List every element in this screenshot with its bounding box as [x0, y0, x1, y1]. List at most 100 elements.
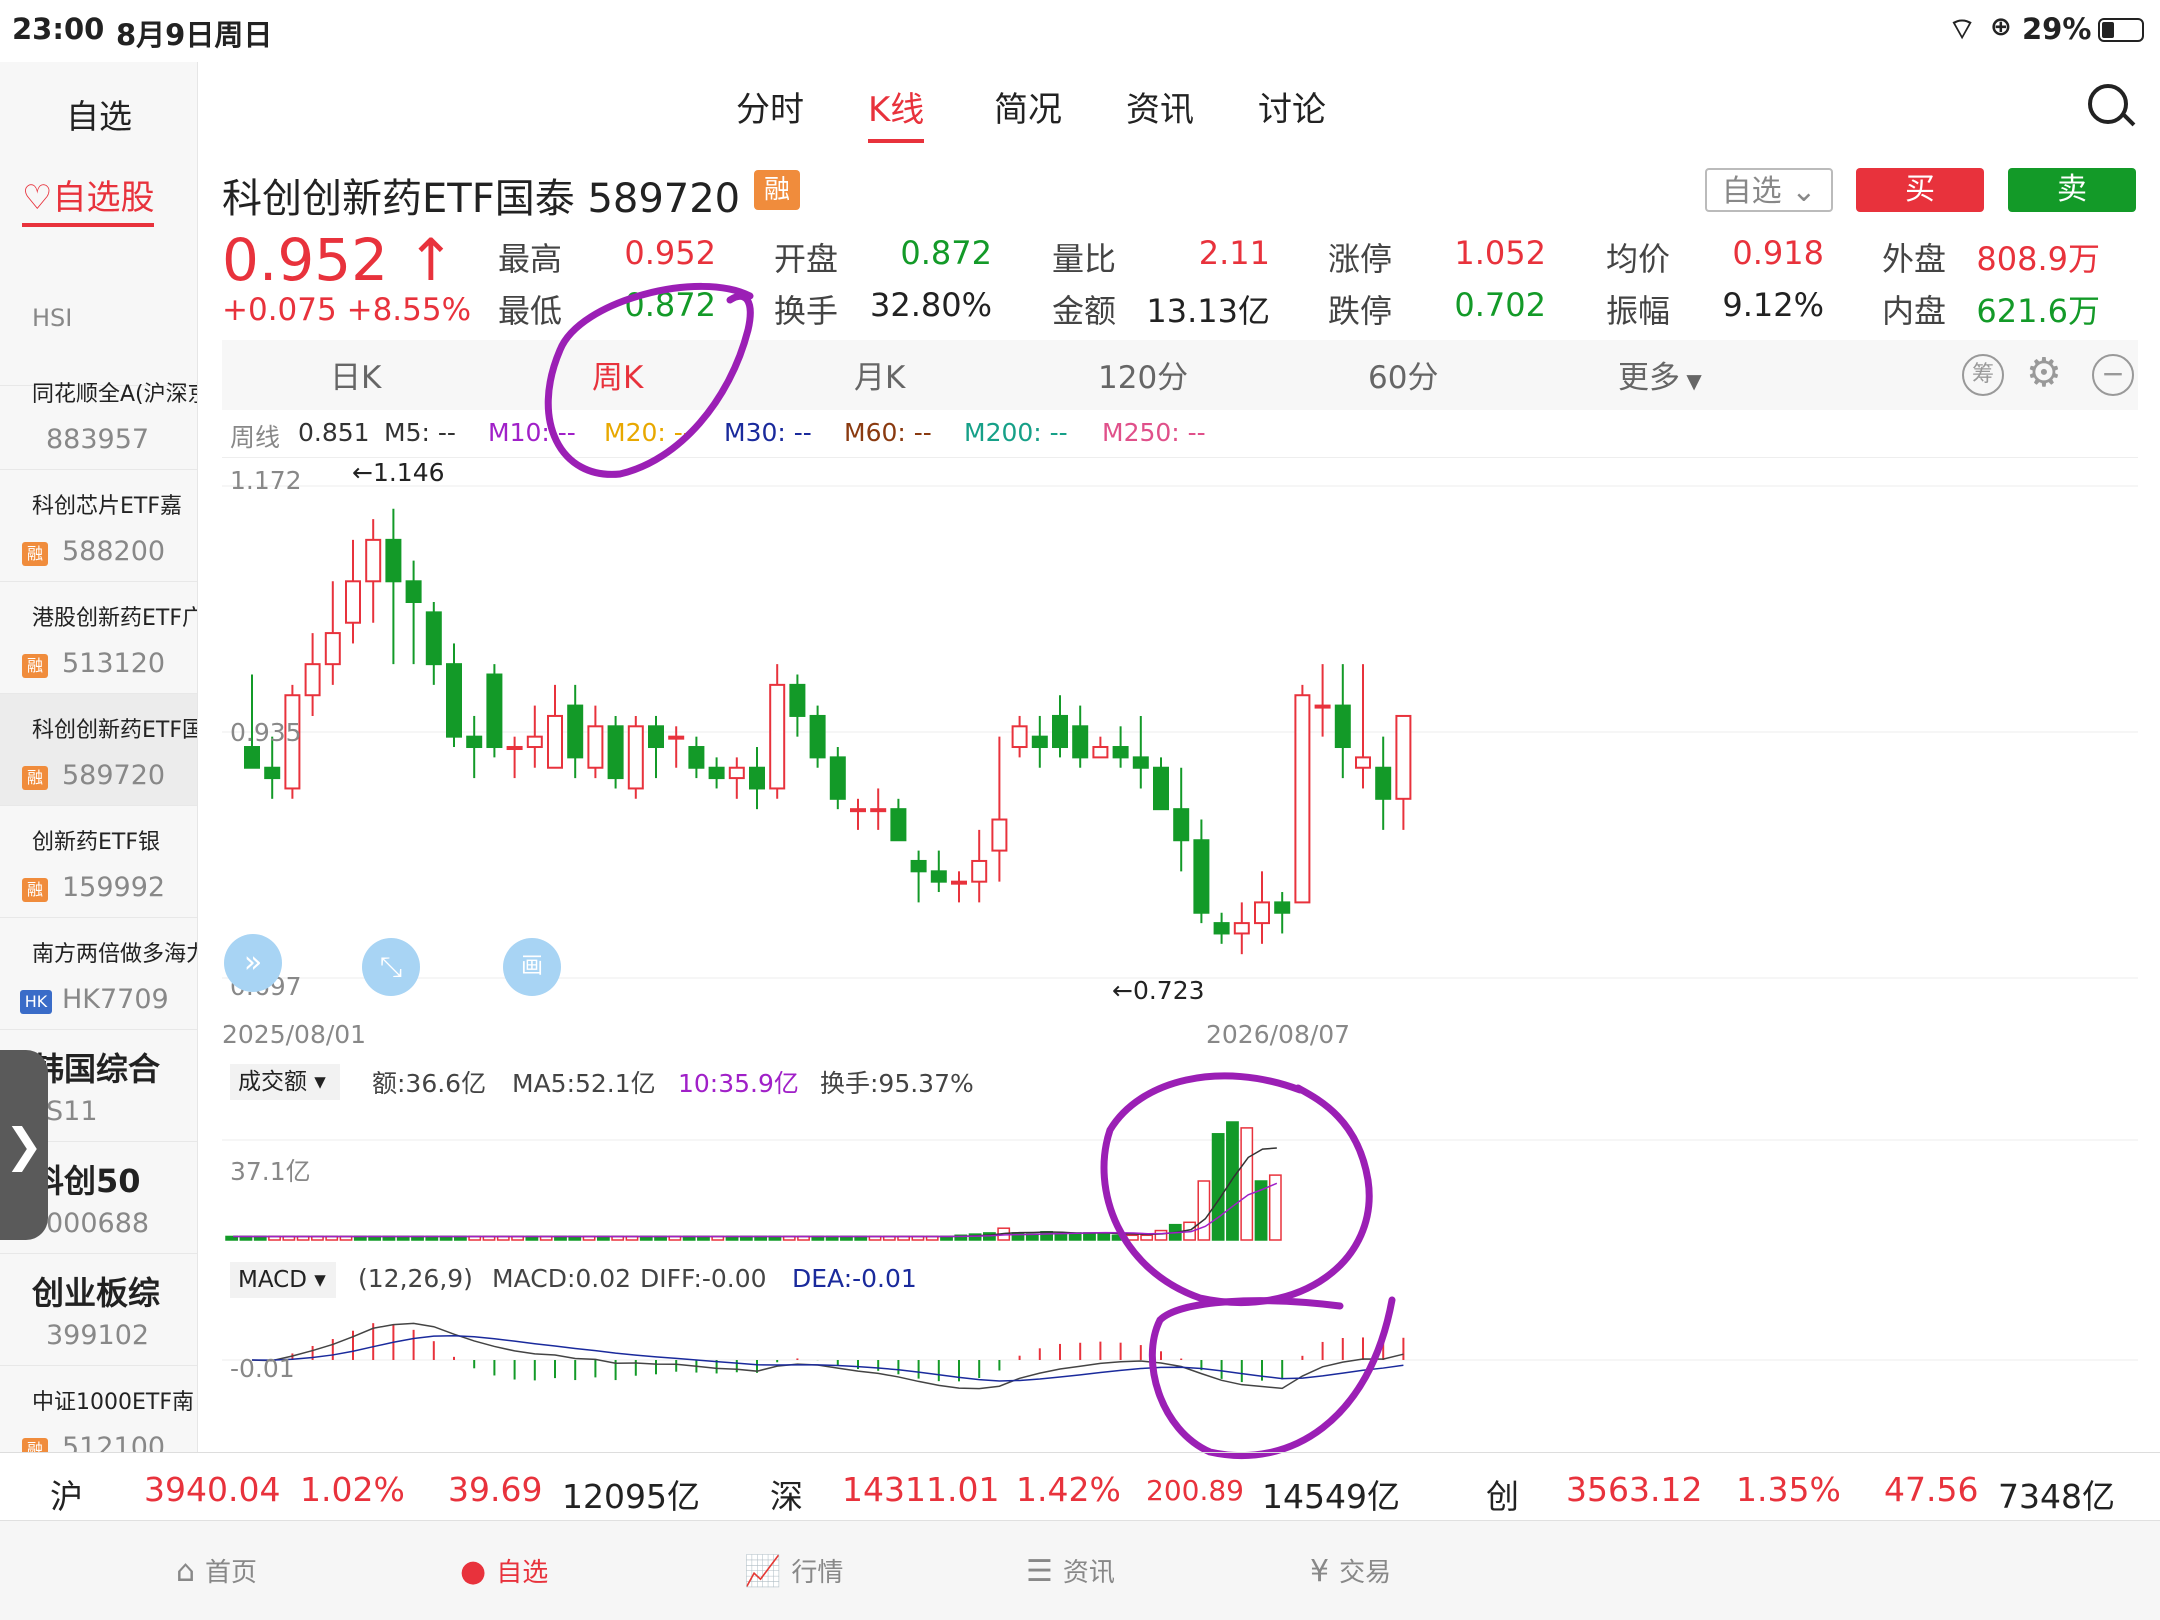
list-item[interactable]: 中证1000ETF南 512100 融 [0, 1366, 197, 1452]
candle-body [1132, 756, 1149, 769]
volume-bar [1083, 1232, 1096, 1241]
candle-body [910, 859, 927, 873]
stat-label: 最高 [498, 240, 563, 278]
candle-body [1112, 746, 1129, 759]
candle-body [1233, 922, 1250, 935]
list-item-badge: 融 [22, 766, 48, 790]
index-change: 47.56 [1884, 1470, 1979, 1509]
stat-label: 开盘 [774, 240, 839, 278]
stat-value: 32.80% [869, 286, 992, 324]
list-item[interactable]: 南方两倍做多海力 HK7709 HK [0, 918, 197, 1030]
list-item[interactable]: 创新药ETF银 159992 融 [0, 806, 197, 918]
macd-chart[interactable] [222, 1300, 2138, 1450]
list-item[interactable]: 港股创新药ETF广 513120 融 [0, 582, 197, 694]
list-item-code: 399102 [46, 1320, 150, 1351]
gear-icon[interactable]: ⚙ [2026, 350, 2062, 396]
wifi-icon: ⌔ [1948, 12, 1977, 47]
expand-sidebar-handle[interactable]: ❯ [0, 1050, 48, 1240]
volume-indicator-select[interactable]: 成交额 ▾ [230, 1064, 340, 1100]
volume-bar [1226, 1121, 1239, 1241]
lock-rotation-icon: ⊕ [1990, 12, 2012, 42]
volume-amount: 额:36.6亿 [372, 1069, 487, 1098]
stat-value: 1.052 [1454, 234, 1546, 272]
nav-0[interactable]: ⌂ 首页 [176, 1552, 257, 1589]
candle-body [728, 766, 745, 780]
sell-button[interactable]: 卖 [2008, 168, 2136, 212]
candle-body [1092, 746, 1109, 759]
ma-item: M250: -- [1102, 418, 1206, 447]
candle-body [971, 859, 988, 883]
stat-label: 外盘 [1882, 240, 1947, 278]
nav-label: 交易 [1339, 1558, 1392, 1588]
nav-4[interactable]: ¥ 交易 [1310, 1552, 1391, 1589]
period-tab-5[interactable]: 更多 ▼ [1618, 352, 1702, 397]
candle-body [587, 725, 604, 769]
period-tab-label: 月K [854, 360, 906, 396]
candle-body [486, 673, 503, 749]
candle-body [264, 766, 281, 780]
index-name[interactable]: 沪 [50, 1470, 83, 1518]
buy-button[interactable]: 买 [1856, 168, 1984, 212]
list-item[interactable]: 同花顺全A(沪深京 883957 [0, 358, 197, 470]
list-item-code: 512100 [62, 1432, 166, 1452]
candle-body [1052, 714, 1068, 749]
stat-label: 均价 [1606, 240, 1671, 278]
macd-indicator-select[interactable]: MACD ▾ [230, 1262, 336, 1298]
volume-bar [1268, 1174, 1282, 1241]
tab-3[interactable]: 资讯 [1126, 82, 1194, 131]
list-item[interactable]: 创业板综 399102 [0, 1254, 197, 1366]
list-item-code: 589720 [62, 760, 166, 791]
stat-label: 金额 [1052, 292, 1117, 330]
nav-3[interactable]: ☰ 资讯 [1026, 1552, 1115, 1589]
candle-body [789, 683, 806, 717]
watchlist-icon: ● [460, 1554, 487, 1589]
period-tab-0[interactable]: 日K [330, 352, 381, 397]
list-item-badge: HK [20, 990, 52, 1014]
candle-body [809, 714, 826, 759]
list-item-name: 创新药ETF银 [32, 830, 160, 855]
market-icon: 📈 [744, 1554, 782, 1589]
fullscreen-icon[interactable]: ⤡ [362, 938, 420, 996]
fast-forward-icon[interactable]: » [224, 934, 282, 992]
candle-body [749, 766, 765, 790]
zoom-out-icon[interactable]: − [2092, 354, 2134, 396]
index-name[interactable]: 深 [770, 1470, 803, 1518]
candle-body [547, 714, 563, 769]
volume-ma10-line [233, 1182, 1278, 1238]
stat-value: 0.872 [624, 286, 716, 324]
list-item[interactable]: 科创芯片ETF嘉 588200 融 [0, 470, 197, 582]
period-tab-1[interactable]: 周K [592, 352, 643, 397]
period-tab-3[interactable]: 120分 [1098, 352, 1188, 397]
tab-watchlist[interactable]: ♡自选股 [22, 170, 155, 227]
chip-distribution-icon[interactable]: 筹 [1962, 354, 2004, 396]
stock-name: 科创创新药ETF国泰 [222, 176, 575, 222]
price-value: 0.952 [222, 226, 389, 294]
period-tab-4[interactable]: 60分 [1368, 352, 1438, 397]
nav-label: 行情 [791, 1558, 844, 1588]
ma-item: M60: -- [844, 418, 932, 447]
macd-dea-line [251, 1334, 1404, 1382]
search-icon[interactable] [2088, 84, 2136, 127]
index-value: 14311.01 [842, 1470, 1000, 1509]
macd-params: (12,26,9) [358, 1264, 473, 1293]
volume-chart[interactable] [222, 1100, 2138, 1244]
candle-body [1254, 901, 1270, 925]
draw-icon[interactable]: 画 [503, 938, 561, 996]
tab-4[interactable]: 讨论 [1258, 82, 1326, 131]
index-name[interactable]: 创 [1486, 1470, 1519, 1518]
period-tab-2[interactable]: 月K [854, 352, 905, 397]
candle-body [1213, 922, 1230, 935]
nav-1[interactable]: ● 自选 [460, 1552, 548, 1589]
candle-body [1072, 725, 1089, 759]
tab-2[interactable]: 简况 [994, 82, 1062, 131]
candle-body [1395, 714, 1412, 800]
stat-value: 2.11 [1198, 234, 1270, 272]
candlestick-chart[interactable] [222, 458, 2138, 1006]
tab-0[interactable]: 分时 [736, 82, 804, 131]
candle-body [244, 746, 260, 769]
tab-1[interactable]: K线 [868, 82, 925, 143]
list-item[interactable]: 科创创新药ETF国 589720 融 [0, 694, 197, 806]
news-icon: ☰ [1026, 1554, 1053, 1589]
add-watchlist-button[interactable]: 自选 ⌄ [1705, 168, 1833, 212]
nav-2[interactable]: 📈 行情 [744, 1552, 843, 1589]
